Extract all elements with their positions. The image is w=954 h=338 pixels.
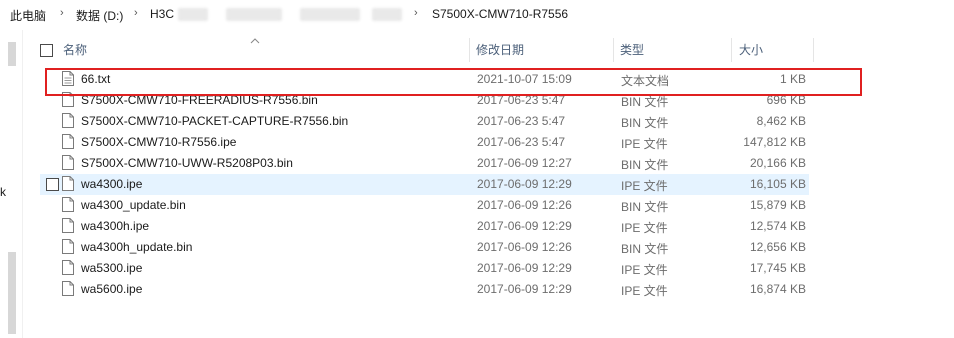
file-name[interactable]: wa5600.ipe <box>81 282 142 296</box>
redacted-text <box>226 8 282 21</box>
file-name[interactable]: wa4300h.ipe <box>81 219 149 233</box>
file-date: 2017-06-09 12:29 <box>477 282 572 296</box>
file-row[interactable]: wa4300.ipe 2017-06-09 12:29 IPE 文件 16,10… <box>0 174 954 195</box>
file-date: 2017-06-09 12:29 <box>477 177 572 191</box>
file-size: 16,874 KB <box>749 282 806 296</box>
file-size: 8,462 KB <box>756 114 806 128</box>
file-name[interactable]: S7500X-CMW710-PACKET-CAPTURE-R7556.bin <box>81 114 348 128</box>
column-divider[interactable] <box>469 38 470 62</box>
select-all-checkbox[interactable] <box>40 44 53 57</box>
breadcrumb-this-pc[interactable]: 此电脑 <box>10 7 46 24</box>
file-size: 17,745 KB <box>749 261 806 275</box>
file-type: IPE 文件 <box>621 221 668 235</box>
file-icon <box>62 176 74 191</box>
file-row[interactable]: wa5600.ipe 2017-06-09 12:29 IPE 文件 16,87… <box>0 279 954 300</box>
file-type: IPE 文件 <box>621 284 668 298</box>
file-size: 16,105 KB <box>749 177 806 191</box>
column-header-name[interactable]: 名称 <box>63 38 87 62</box>
file-type: IPE 文件 <box>621 263 668 277</box>
redacted-text <box>372 8 402 21</box>
file-size: 12,656 KB <box>749 240 806 254</box>
file-name[interactable]: wa5300.ipe <box>81 261 142 275</box>
file-size: 15,879 KB <box>749 198 806 212</box>
file-row[interactable]: wa5300.ipe 2017-06-09 12:29 IPE 文件 17,74… <box>0 258 954 279</box>
file-size: 147,812 KB <box>743 135 806 149</box>
file-icon <box>62 155 74 170</box>
file-icon <box>62 260 74 275</box>
highlight-box <box>45 68 862 96</box>
file-type: BIN 文件 <box>621 158 669 172</box>
file-type: BIN 文件 <box>621 242 669 256</box>
file-type: BIN 文件 <box>621 116 669 130</box>
file-icon <box>62 113 74 128</box>
file-icon <box>62 134 74 149</box>
file-name[interactable]: S7500X-CMW710-UWW-R5208P03.bin <box>81 156 293 170</box>
redacted-text <box>178 8 208 21</box>
file-date: 2017-06-09 12:26 <box>477 198 572 212</box>
file-date: 2017-06-23 5:47 <box>477 135 566 149</box>
column-header-size[interactable]: 大小 <box>739 38 763 62</box>
file-row[interactable]: S7500X-CMW710-R7556.ipe 2017-06-23 5:47 … <box>0 132 954 153</box>
breadcrumb-drive-d[interactable]: 数据 (D:) <box>76 7 123 24</box>
file-row[interactable]: wa4300h_update.bin 2017-06-09 12:26 BIN … <box>0 237 954 258</box>
breadcrumb-separator[interactable]: › <box>414 7 418 19</box>
file-date: 2017-06-09 12:29 <box>477 219 572 233</box>
file-row[interactable]: wa4300_update.bin 2017-06-09 12:26 BIN 文… <box>0 195 954 216</box>
file-icon <box>62 281 74 296</box>
breadcrumb-current-folder[interactable]: S7500X-CMW710-R7556 <box>432 7 568 21</box>
file-date: 2017-06-09 12:29 <box>477 261 572 275</box>
file-name[interactable]: wa4300.ipe <box>81 177 142 191</box>
file-type: IPE 文件 <box>621 179 668 193</box>
file-name[interactable]: wa4300h_update.bin <box>81 240 192 254</box>
column-header-date[interactable]: 修改日期 <box>476 38 524 62</box>
file-date: 2017-06-09 12:27 <box>477 156 572 170</box>
file-icon <box>62 218 74 233</box>
file-row[interactable]: S7500X-CMW710-PACKET-CAPTURE-R7556.bin 2… <box>0 111 954 132</box>
breadcrumb-separator[interactable]: › <box>60 7 64 19</box>
column-divider[interactable] <box>613 38 614 62</box>
file-name[interactable]: wa4300_update.bin <box>81 198 186 212</box>
breadcrumb-separator[interactable]: › <box>134 7 138 19</box>
column-header-row: 名称 修改日期 类型 大小 <box>0 38 954 62</box>
address-bar[interactable]: 此电脑 › 数据 (D:) › H3C › S7500X-CMW710-R755… <box>0 0 954 30</box>
file-date: 2017-06-23 5:47 <box>477 114 566 128</box>
file-icon <box>62 197 74 212</box>
file-type: IPE 文件 <box>621 137 668 151</box>
file-date: 2017-06-09 12:26 <box>477 240 572 254</box>
column-divider[interactable] <box>731 38 732 62</box>
column-divider[interactable] <box>813 38 814 62</box>
file-icon <box>62 239 74 254</box>
redacted-text <box>300 8 360 21</box>
row-checkbox[interactable] <box>46 178 59 191</box>
file-row[interactable]: wa4300h.ipe 2017-06-09 12:29 IPE 文件 12,5… <box>0 216 954 237</box>
file-row[interactable]: S7500X-CMW710-UWW-R5208P03.bin 2017-06-0… <box>0 153 954 174</box>
file-size: 12,574 KB <box>749 219 806 233</box>
breadcrumb-h3c[interactable]: H3C <box>150 7 174 21</box>
column-header-type[interactable]: 类型 <box>620 38 644 62</box>
file-size: 20,166 KB <box>749 156 806 170</box>
file-name[interactable]: S7500X-CMW710-R7556.ipe <box>81 135 236 149</box>
file-type: BIN 文件 <box>621 200 669 214</box>
